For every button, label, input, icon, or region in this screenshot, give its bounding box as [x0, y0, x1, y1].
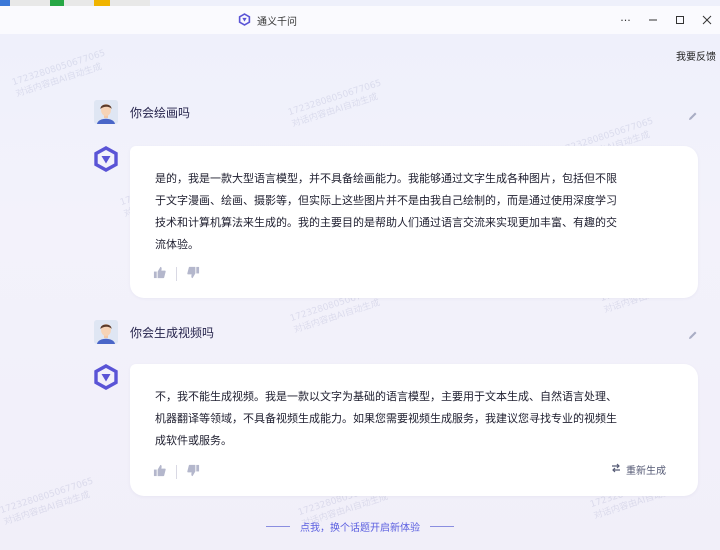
- assistant-message: 是的，我是一款大型语言模型，并不具备绘画能力。我能够通过文字生成各种图片，包括但…: [130, 146, 698, 298]
- assistant-message: 不，我不能生成视频。我是一款以文字为基础的语言模型，主要用于文本生成、自然语言处…: [130, 364, 698, 496]
- new-topic-link[interactable]: 点我，换个话题开启新体验: [300, 519, 420, 534]
- minimize-icon[interactable]: [639, 6, 666, 34]
- user-message-text: 你会绘画吗: [130, 105, 191, 120]
- user-message-text: 你会生成视频吗: [130, 325, 215, 340]
- assistant-message-text: 不，我不能生成视频。我是一款以文字为基础的语言模型，主要用于文本生成、自然语言处…: [155, 390, 617, 447]
- hint-divider: [266, 526, 290, 527]
- new-topic-hint: 点我，换个话题开启新体验: [0, 519, 720, 534]
- edit-icon[interactable]: [688, 106, 698, 120]
- window-title-text: 通义千问: [257, 17, 297, 28]
- title-bar: 通义千问 ···: [0, 6, 720, 34]
- user-message: 你会生成视频吗: [94, 320, 214, 344]
- thumbs-down-icon[interactable]: [187, 462, 200, 481]
- close-icon[interactable]: [693, 6, 720, 34]
- edit-icon[interactable]: [688, 325, 698, 339]
- regenerate-button[interactable]: 重新生成: [610, 462, 666, 477]
- thumbs-up-icon[interactable]: [153, 462, 166, 481]
- action-divider: [176, 464, 177, 479]
- user-message: 你会绘画吗: [94, 100, 190, 124]
- thumbs-up-icon[interactable]: [153, 264, 166, 283]
- more-icon[interactable]: ···: [612, 6, 639, 34]
- window-title: 通义千问: [238, 11, 297, 30]
- thumbs-down-icon[interactable]: [187, 264, 200, 283]
- app-logo-icon: [238, 11, 251, 30]
- watermark: 17232808050677065对话内容由AI自动生成: [10, 48, 107, 100]
- assistant-avatar-icon: [93, 364, 119, 390]
- feedback-button[interactable]: 我要反馈: [676, 48, 720, 63]
- user-avatar: [94, 320, 118, 344]
- assistant-avatar-icon: [93, 146, 119, 172]
- refresh-icon: [610, 462, 622, 477]
- user-avatar: [94, 100, 118, 124]
- hint-divider: [430, 526, 454, 527]
- regenerate-label: 重新生成: [626, 466, 666, 477]
- watermark: 17232808050677065对话内容由AI自动生成: [286, 78, 383, 130]
- action-divider: [176, 266, 177, 281]
- maximize-icon[interactable]: [666, 6, 693, 34]
- assistant-message-text: 是的，我是一款大型语言模型，并不具备绘画能力。我能够通过文字生成各种图片，包括但…: [155, 172, 617, 251]
